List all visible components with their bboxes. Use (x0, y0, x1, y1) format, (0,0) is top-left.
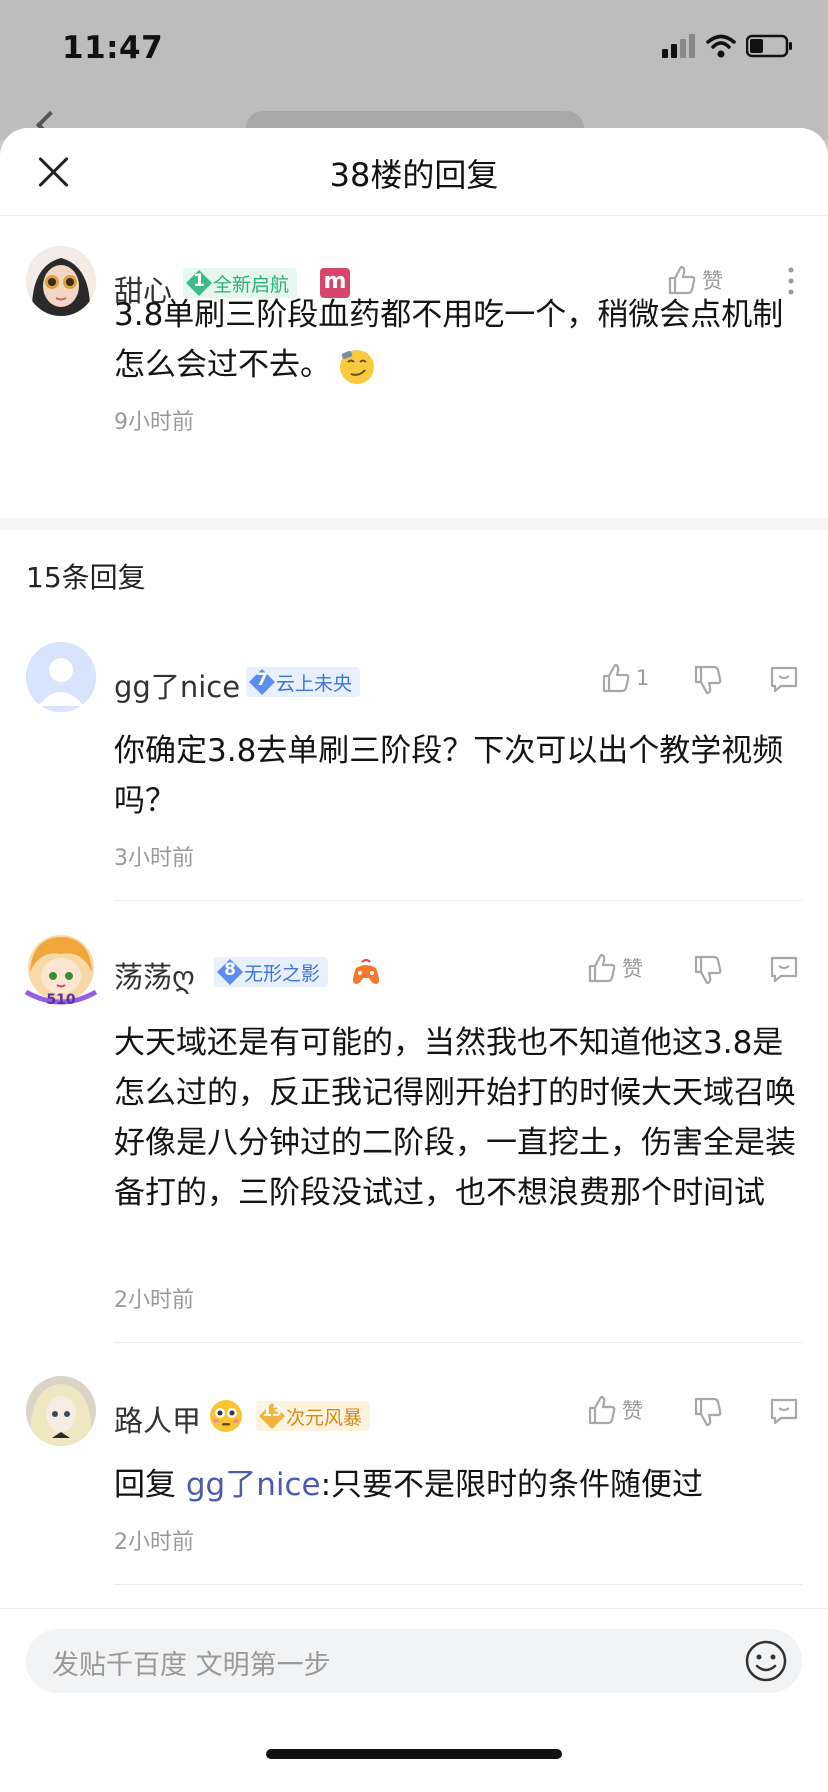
game-controller-icon (353, 959, 379, 984)
dislike-button[interactable] (692, 954, 724, 986)
reply-button[interactable] (768, 953, 800, 985)
like-count: 1 (636, 666, 650, 690)
avatar[interactable] (26, 642, 96, 712)
thumbs-down-icon (694, 955, 722, 985)
battery-icon (746, 34, 792, 58)
reply-text: 你确定3.8去单刷三阶段？下次可以出个教学视频吗？ (114, 733, 784, 819)
sheet-header: 38楼的回复 (0, 128, 828, 216)
like-button[interactable]: 1 (600, 662, 649, 694)
status-time: 11:47 (62, 30, 164, 66)
comment-icon (770, 956, 798, 983)
home-indicator (266, 1749, 562, 1759)
divider (114, 1342, 802, 1343)
like-label: 赞 (622, 1399, 643, 1423)
username[interactable]: 路人甲 (114, 1398, 201, 1440)
like-button[interactable]: 赞 (586, 1394, 643, 1426)
reply-button[interactable] (768, 663, 800, 695)
reply-count: 15条回复 (26, 561, 146, 594)
thumbs-up-icon (588, 1395, 616, 1425)
thumbs-up-icon (588, 953, 616, 983)
comment-icon (770, 666, 798, 693)
level-badge: 7 云上未央 (246, 667, 361, 697)
thumbs-down-icon (694, 665, 722, 695)
level-badge: 8 无形之影 (214, 957, 329, 987)
reply-sheet: 38楼的回复 甜心 1 全新启航 m 赞 3.8单刷三阶段血药都不用吃一个，稍微… (0, 128, 828, 1792)
username[interactable]: 荡荡ღ (114, 954, 195, 996)
reply-text: 回复 gg了nice:只要不是限时的条件随便过 (114, 1467, 704, 1503)
divider (114, 1584, 802, 1585)
comment-input[interactable]: 发贴千百度 文明第一步 (26, 1629, 802, 1693)
level-badge: 13 次元风暴 (256, 1401, 371, 1431)
username[interactable]: gg了nice (114, 664, 240, 706)
status-bar: 11:47 (0, 0, 828, 100)
signal-icon (662, 34, 695, 58)
dislike-button[interactable] (692, 1396, 724, 1428)
avatar[interactable] (26, 246, 96, 316)
bottom-input-bar: 发贴千百度 文明第一步 (0, 1608, 828, 1792)
thumbs-down-icon (694, 1397, 722, 1427)
reply-time: 2小时前 (114, 1288, 194, 1313)
status-icons (662, 34, 794, 58)
reply-button[interactable] (768, 1395, 800, 1427)
post-time: 9小时前 (114, 410, 194, 435)
smirk-emoji-icon (340, 349, 374, 384)
reply-time: 2小时前 (114, 1530, 194, 1555)
thumbs-up-icon (602, 663, 630, 693)
comment-icon (770, 1398, 798, 1425)
reply-target-link[interactable]: gg了nice (186, 1467, 321, 1503)
emoji-icon[interactable] (744, 1639, 788, 1683)
post-text: 3.8单刷三阶段血药都不用吃一个，稍微会点机制怎么会过不去。 (114, 290, 804, 390)
flushed-emoji-icon (210, 1400, 242, 1432)
reply-text: 大天域还是有可能的，当然我也不知道他这3.8是怎么过的，反正我记得刚开始打的时候… (114, 1025, 796, 1211)
sheet-title: 38楼的回复 (329, 156, 499, 194)
input-placeholder: 发贴千百度 文明第一步 (52, 1650, 331, 1681)
avatar-tag: 510 (46, 992, 75, 1008)
section-divider (0, 518, 828, 530)
dislike-button[interactable] (692, 664, 724, 696)
like-label: 赞 (622, 957, 643, 981)
like-button[interactable]: 赞 (586, 952, 643, 984)
avatar[interactable] (26, 1376, 96, 1446)
wifi-icon (706, 34, 736, 58)
avatar[interactable]: 510 (22, 932, 100, 1010)
divider (114, 900, 802, 901)
reply-time: 3小时前 (114, 846, 194, 871)
